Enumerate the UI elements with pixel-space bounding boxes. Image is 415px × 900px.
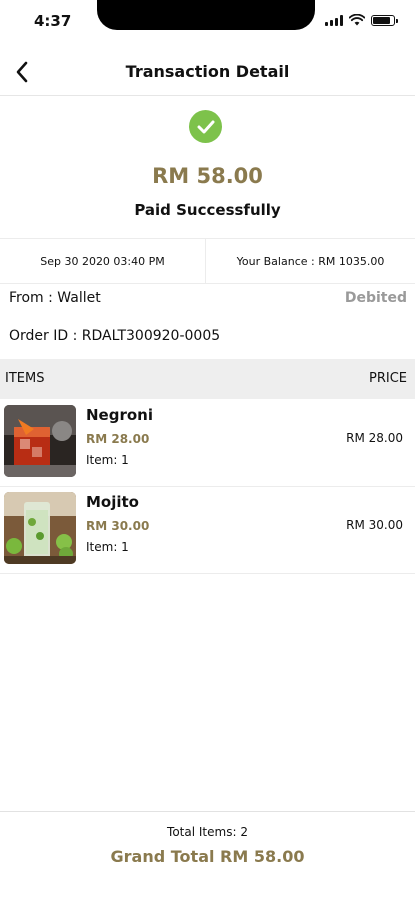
price-column-header: PRICE (369, 371, 407, 386)
item-price: RM 28.00 (346, 431, 403, 445)
item-unit-price: RM 30.00 (86, 519, 150, 533)
status-time: 4:37 (34, 12, 72, 30)
item-quantity: Item: 1 (86, 540, 129, 554)
item-row-negroni[interactable]: Negroni RM 28.00 Item: 1 RM 28.00 (0, 400, 415, 487)
check-circle-icon (189, 110, 222, 143)
item-name: Negroni (86, 406, 153, 424)
battery-icon (371, 14, 398, 26)
items-table-header: ITEMS PRICE (0, 359, 415, 399)
signal-icon (325, 14, 343, 26)
transaction-amount: RM 58.00 (152, 164, 263, 188)
wifi-icon (349, 14, 365, 26)
items-column-header: ITEMS (5, 371, 45, 386)
grand-total: Grand Total RM 58.00 (110, 847, 305, 866)
total-items: Total Items: 2 (167, 825, 248, 839)
item-name: Mojito (86, 493, 139, 511)
mojito-image (4, 492, 76, 564)
item-unit-price: RM 28.00 (86, 432, 150, 446)
wallet-balance: Your Balance : RM 1035.00 (236, 254, 385, 268)
payment-status: Paid Successfully (134, 201, 281, 219)
app-header: Transaction Detail (0, 48, 415, 96)
payment-source: From : Wallet (9, 290, 101, 306)
negroni-image (4, 405, 76, 477)
debit-status: Debited (344, 290, 407, 306)
item-quantity: Item: 1 (86, 453, 129, 467)
order-total-footer: Total Items: 2 Grand Total RM 58.00 (0, 811, 415, 900)
item-row-mojito[interactable]: Mojito RM 30.00 Item: 1 RM 30.00 (0, 487, 415, 574)
page-title: Transaction Detail (125, 62, 290, 81)
transaction-info-row: Sep 30 2020 03:40 PM Your Balance : RM 1… (0, 238, 415, 284)
order-id: Order ID : RDALT300920-0005 (9, 328, 221, 344)
item-price: RM 30.00 (346, 518, 403, 532)
transaction-datetime: Sep 30 2020 03:40 PM (0, 239, 206, 283)
status-bar: 4:37 (0, 0, 415, 44)
device-notch (97, 0, 315, 30)
status-icons (325, 14, 398, 26)
